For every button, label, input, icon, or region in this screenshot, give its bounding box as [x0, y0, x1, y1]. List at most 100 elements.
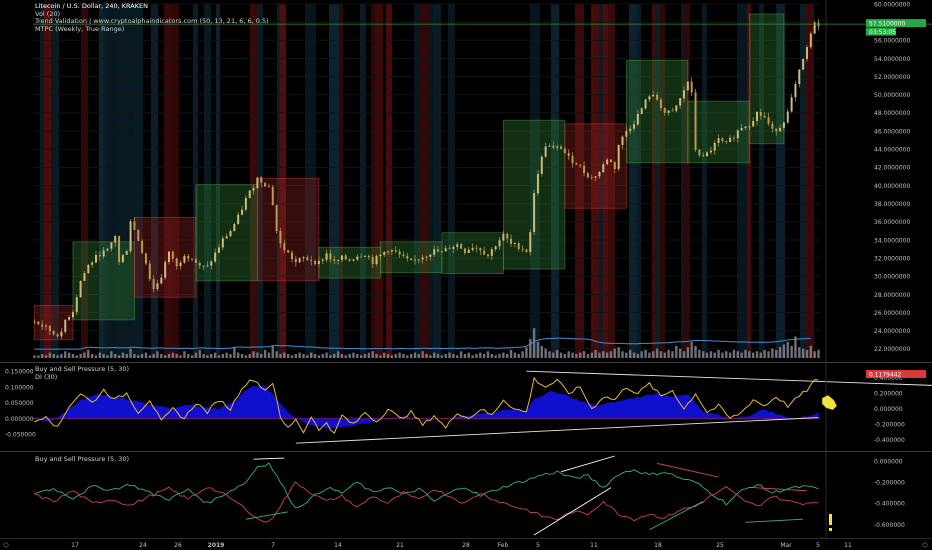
candle-body: [221, 238, 224, 248]
candle-body: [114, 236, 117, 243]
time-tick-label: 5: [816, 542, 820, 549]
volume-bar: [602, 351, 605, 358]
volume-bar: [363, 353, 367, 358]
zone-bullish: [441, 232, 504, 274]
candle-body: [752, 120, 755, 127]
volume-bar: [632, 352, 636, 358]
volume-bar: [521, 351, 524, 358]
volume-bar: [110, 351, 113, 358]
time-tick-label: 5: [536, 542, 540, 549]
volume-bar: [751, 352, 755, 358]
candle-body: [83, 273, 86, 281]
volume-bar: [605, 352, 609, 358]
price-tick-label: 38.0000000: [874, 201, 910, 208]
study-pressure-2[interactable]: Buy and Sell Pressure (5, 30): [35, 455, 129, 464]
candle-body: [94, 255, 97, 263]
candle-body: [141, 240, 144, 254]
candle-body: [340, 255, 343, 260]
candle-body: [437, 249, 440, 252]
exclamation-icon: [829, 514, 832, 525]
volume-bar: [144, 352, 148, 358]
trading-chart[interactable]: 60.000000058.000000056.000000054.0000000…: [0, 0, 932, 550]
candle-body: [682, 90, 685, 99]
study-di[interactable]: DI (30): [35, 373, 129, 382]
candle-body: [460, 244, 463, 249]
study-mtpc[interactable]: MTPC (Weekly, True Range): [35, 25, 269, 34]
price-tick-label: 44.0000000: [874, 147, 910, 154]
candle-body: [290, 252, 293, 260]
volume-bar: [702, 351, 705, 358]
volume-bar: [479, 352, 482, 358]
volume-bar: [244, 355, 248, 358]
bg-band: [702, 4, 707, 358]
candle-body: [429, 254, 432, 257]
volume-bar: [90, 353, 94, 358]
symbol-title[interactable]: Litecoin / U.S. Dollar, 240, KRAKEN: [35, 2, 269, 11]
chart-legend: Litecoin / U.S. Dollar, 240, KRAKEN Vol …: [35, 2, 269, 34]
pressure-tick-label: -0.400000: [874, 501, 905, 508]
candle-body: [425, 256, 428, 258]
volume-bar: [102, 353, 105, 358]
volume-bar: [210, 353, 213, 358]
time-tick-label: 21: [396, 542, 404, 549]
candle-body: [260, 177, 263, 183]
candle-body: [75, 297, 78, 313]
volume-bar: [540, 345, 543, 358]
last-price-text: 57.5100000: [869, 21, 905, 28]
candle-body: [237, 214, 240, 225]
volume-bar: [352, 352, 355, 358]
volume-bar: [233, 347, 236, 358]
candle-body: [175, 258, 178, 267]
volume-bar: [763, 349, 766, 358]
volume-bar: [532, 328, 536, 358]
candle-body: [133, 221, 136, 230]
candle-body: [229, 231, 232, 237]
volume-bar: [340, 353, 344, 358]
volume-bar: [759, 352, 763, 358]
candle-body: [767, 117, 770, 124]
candle-body: [417, 259, 420, 261]
volume-bar: [744, 349, 747, 358]
candle-body: [479, 248, 482, 251]
price-tick-label: 48.0000000: [874, 110, 910, 117]
candle-body: [794, 84, 797, 98]
candle-body: [625, 131, 628, 137]
candle-body: [529, 232, 532, 253]
candle-body: [45, 325, 48, 327]
candle-body: [121, 254, 124, 263]
volume-bar: [375, 353, 378, 358]
candle-body: [310, 259, 313, 261]
bg-band: [433, 4, 441, 358]
time-tick-label: 24: [139, 542, 147, 549]
volume-bar: [590, 352, 593, 358]
candle-body: [433, 249, 436, 255]
volume-bar: [310, 352, 313, 358]
volume-bar: [517, 353, 520, 358]
candle-body: [579, 164, 582, 166]
candle-body: [321, 259, 324, 261]
candle-body: [533, 193, 536, 233]
volume-bar: [571, 352, 574, 358]
time-tick-label: 18: [654, 542, 662, 549]
volume-bar: [690, 341, 693, 358]
volume-bar: [217, 355, 221, 358]
volume-bar: [705, 352, 709, 358]
candle-body: [602, 164, 605, 172]
candle-body: [736, 130, 739, 139]
candle-body: [756, 112, 759, 121]
volume-bar: [579, 352, 582, 358]
candle-body: [64, 319, 67, 332]
volume-bar: [83, 352, 86, 358]
volume-bar: [117, 355, 121, 358]
volume-bar: [60, 353, 63, 358]
candle-body: [283, 243, 286, 251]
volume-bar: [644, 349, 647, 358]
candle-body: [802, 58, 805, 70]
candle-body: [137, 229, 140, 241]
bg-band: [414, 4, 419, 358]
volume-bar: [298, 352, 301, 358]
candle-body: [725, 140, 728, 143]
volume-bar: [736, 351, 739, 358]
volume-bar: [678, 348, 682, 358]
candle-body: [510, 238, 513, 244]
